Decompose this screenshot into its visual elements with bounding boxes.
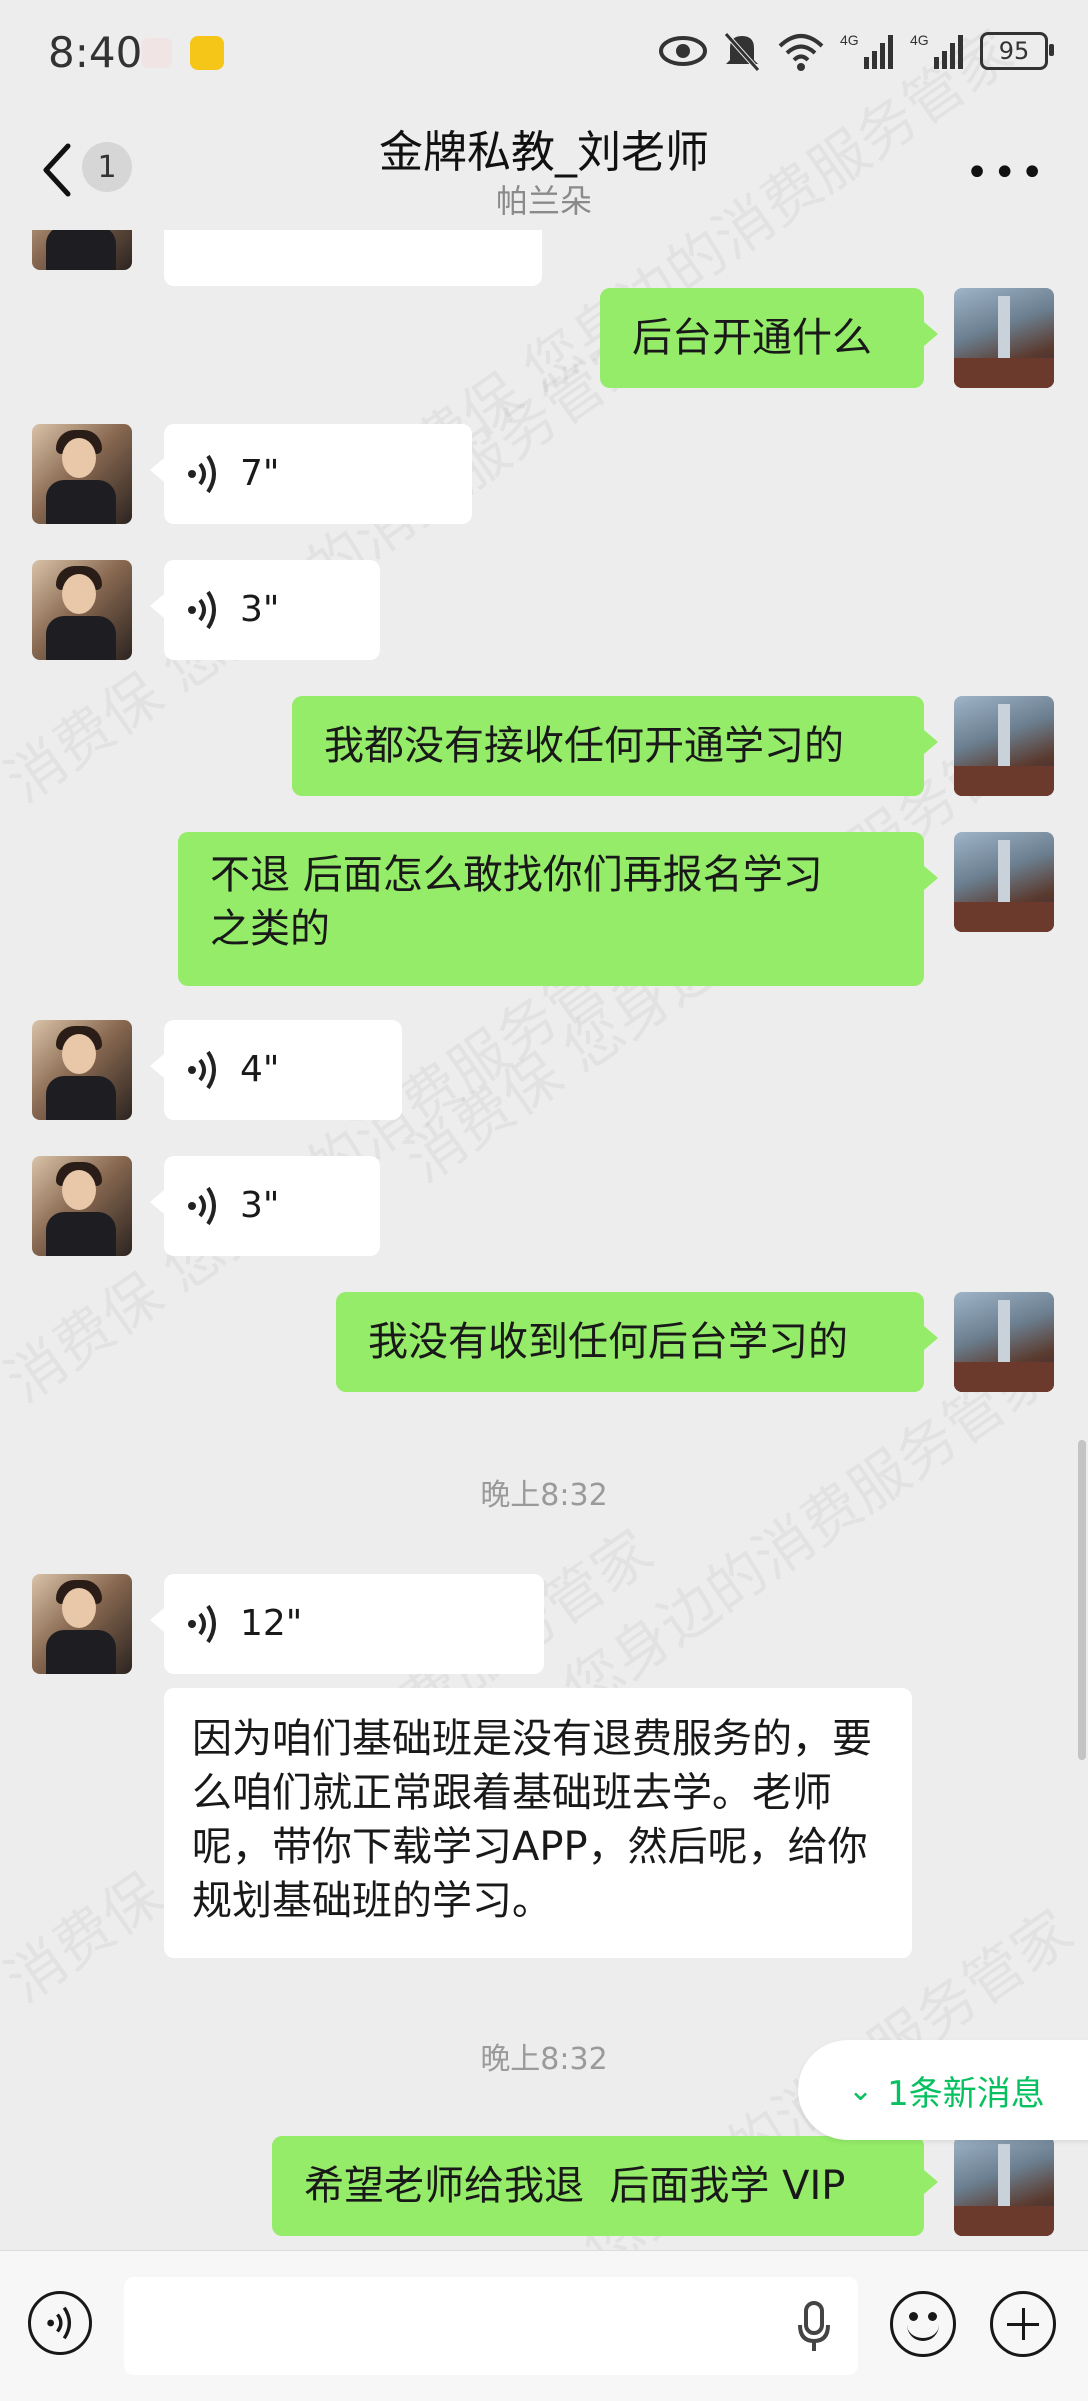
message-text: 后台开通什么: [632, 315, 872, 361]
message-bubble-sent[interactable]: 我都没有接收任何开通学习的: [292, 696, 938, 796]
voice-duration: 12": [240, 1603, 303, 1644]
new-message-label: 1条新消息: [887, 2073, 1045, 2114]
voice-duration: 4": [240, 1049, 280, 1090]
svg-text:4G: 4G: [910, 32, 929, 48]
mute-icon: [724, 32, 760, 72]
message-text: 我没有收到任何后台学习的: [368, 1319, 848, 1365]
voice-duration: 3": [240, 589, 280, 630]
contact-avatar[interactable]: [32, 424, 132, 524]
svg-text:4G: 4G: [840, 32, 859, 48]
mic-icon[interactable]: [796, 2299, 832, 2353]
emoji-icon[interactable]: [890, 2291, 956, 2357]
voice-message[interactable]: 3": [150, 1156, 380, 1256]
voice-message[interactable]: 3": [150, 560, 380, 660]
voice-wave-icon: [188, 1050, 216, 1090]
message-timestamp: 晚上8:32: [480, 1478, 608, 1513]
scrollbar[interactable]: [1078, 1440, 1086, 1760]
message-list[interactable]: 后台开通什么 7" 3" 我都没有接收任何开通学习的 不退 后面怎么敢找你们再报…: [0, 230, 1088, 2250]
contact-avatar[interactable]: [32, 1156, 132, 1256]
voice-wave-icon: [188, 454, 216, 494]
input-bar: [0, 2250, 1088, 2401]
message-text: 因为咱们基础班是没有退费服务的，要么咱们就正常跟着基础班去学。老师呢，带你下载学…: [192, 1716, 872, 1924]
voice-duration: 7": [240, 453, 280, 494]
contact-avatar[interactable]: [32, 230, 132, 270]
voice-wave-icon: [188, 590, 216, 630]
message-bubble-partial[interactable]: [164, 230, 542, 286]
message-text: 不退 后面怎么敢找你们再报名学习之类的: [210, 852, 823, 952]
voice-message[interactable]: 4": [150, 1020, 402, 1120]
voice-message[interactable]: 12": [150, 1574, 544, 1674]
message-bubble-sent[interactable]: 不退 后面怎么敢找你们再报名学习之类的: [178, 832, 938, 986]
double-chevron-down-icon: ⌄: [848, 2072, 874, 2108]
voice-duration: 3": [240, 1185, 280, 1226]
4g-signal-icon: 4G: [910, 32, 963, 69]
message-bubble-sent[interactable]: 我没有收到任何后台学习的: [336, 1292, 938, 1392]
user-avatar[interactable]: [954, 696, 1054, 796]
more-icon[interactable]: •••: [965, 150, 1048, 196]
voice-wave-icon: [188, 1604, 216, 1644]
message-input[interactable]: [124, 2277, 858, 2375]
new-message-pill[interactable]: ⌄ 1条新消息: [798, 2040, 1088, 2140]
user-avatar[interactable]: [954, 832, 1054, 932]
status-bar: 8:40 4G 4G 95: [0, 0, 1088, 110]
wifi-icon: [778, 34, 824, 71]
user-avatar[interactable]: [954, 2136, 1054, 2236]
huawei-icon: [142, 38, 172, 68]
voice-wave-icon: [188, 1186, 216, 1226]
user-avatar[interactable]: [954, 288, 1054, 388]
message-bubble-received[interactable]: 因为咱们基础班是没有退费服务的，要么咱们就正常跟着基础班去学。老师呢，带你下载学…: [164, 1688, 912, 1958]
user-avatar[interactable]: [954, 1292, 1054, 1392]
message-text: 希望老师给我退 后面我学 VIP: [304, 2163, 846, 2209]
voice-mode-icon[interactable]: [28, 2291, 92, 2355]
plus-icon[interactable]: [990, 2291, 1056, 2357]
eye-icon: [659, 36, 707, 66]
message-bubble-sent[interactable]: 希望老师给我退 后面我学 VIP: [272, 2136, 938, 2236]
chat-title: 金牌私教_刘老师: [379, 127, 709, 178]
battery-icon: 95: [980, 32, 1054, 70]
4g-signal-icon: 4G: [840, 32, 893, 69]
battery-level: 95: [998, 37, 1030, 65]
voice-message[interactable]: 7": [150, 424, 472, 524]
contact-avatar[interactable]: [32, 1020, 132, 1120]
clock: 8:40: [48, 28, 143, 77]
status-icons: 4G 4G 95: [658, 30, 1054, 72]
chat-subtitle: 帕兰朵: [495, 182, 592, 220]
contact-avatar[interactable]: [32, 560, 132, 660]
app-icon: [190, 36, 224, 70]
contact-avatar[interactable]: [32, 1574, 132, 1674]
message-text: 我都没有接收任何开通学习的: [324, 723, 844, 769]
message-bubble-sent[interactable]: 后台开通什么: [600, 288, 938, 388]
